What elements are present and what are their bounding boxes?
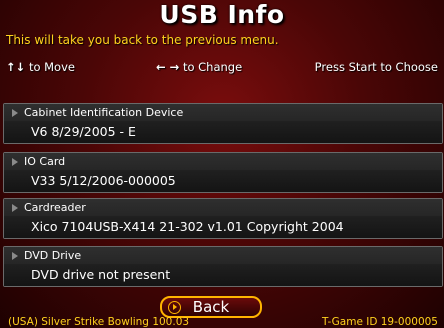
device-panel-io-card[interactable]: IO Card V33 5/12/2006-000005 <box>3 152 443 193</box>
game-version-text: (USA) Silver Strike Bowling 100.03 <box>8 316 190 328</box>
change-control: ← → to Change <box>156 58 242 76</box>
expand-triangle-icon <box>12 204 18 212</box>
move-label: to Move <box>28 60 75 74</box>
device-label: IO Card <box>24 155 66 168</box>
device-value: V33 5/12/2006-000005 <box>4 170 442 192</box>
device-label: Cabinet Identification Device <box>24 106 184 119</box>
back-button-label: Back <box>192 298 230 316</box>
controls-legend: ↑↓ to Move ← → to Change Press Start to … <box>6 58 438 76</box>
expand-triangle-icon <box>12 158 18 166</box>
device-panel-dvd-drive[interactable]: DVD Drive DVD drive not present <box>3 246 443 287</box>
device-panel-header: IO Card <box>4 153 442 170</box>
device-panel-header: Cardreader <box>4 199 442 216</box>
device-value: V6 8/29/2005 - E <box>4 121 442 143</box>
expand-triangle-icon <box>12 252 18 260</box>
device-label: Cardreader <box>24 201 86 214</box>
device-label: DVD Drive <box>24 249 82 262</box>
back-button[interactable]: Back <box>160 296 262 318</box>
device-panel-header: DVD Drive <box>4 247 442 264</box>
play-arrow-icon <box>168 301 181 314</box>
game-id-text: T-Game ID 19-000005 <box>322 316 438 328</box>
footer: (USA) Silver Strike Bowling 100.03 T-Gam… <box>8 316 438 328</box>
left-right-arrows-icon: ← → <box>156 60 180 74</box>
page-title: USB Info <box>159 0 285 29</box>
choose-label: Press Start to Choose <box>314 60 438 74</box>
device-panel-header: Cabinet Identification Device <box>4 104 442 121</box>
move-control: ↑↓ to Move <box>6 58 75 76</box>
up-down-arrows-icon: ↑↓ <box>6 60 26 74</box>
back-hint-text: This will take you back to the previous … <box>6 33 279 47</box>
device-value: DVD drive not present <box>4 264 442 286</box>
expand-triangle-icon <box>12 109 18 117</box>
device-panel-cabinet[interactable]: Cabinet Identification Device V6 8/29/20… <box>3 103 443 144</box>
change-label: to Change <box>182 60 243 74</box>
device-value: Xico 7104USB-X414 21-302 v1.01 Copyright… <box>4 216 442 238</box>
device-panel-cardreader[interactable]: Cardreader Xico 7104USB-X414 21-302 v1.0… <box>3 198 443 239</box>
